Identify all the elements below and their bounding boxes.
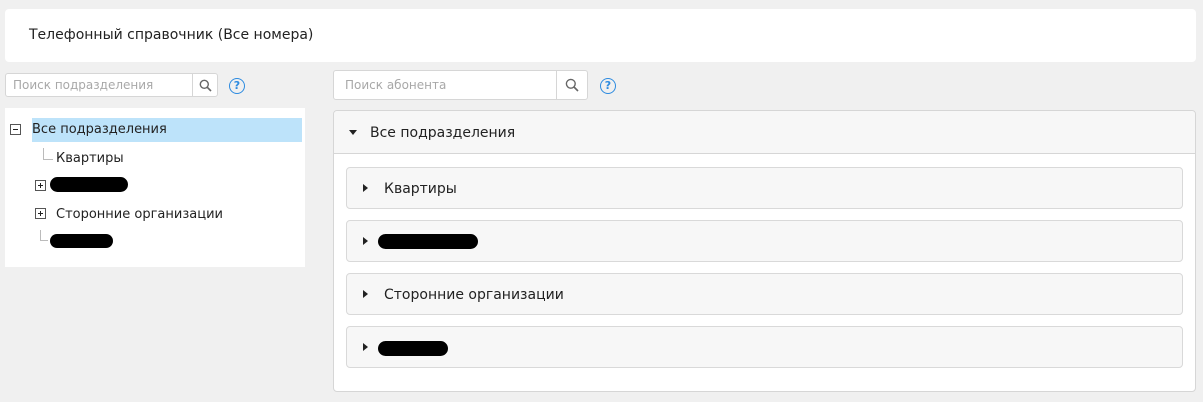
accordion-group[interactable]: Сторонние организации: [346, 273, 1183, 315]
accordion-group[interactable]: Квартиры: [346, 167, 1183, 209]
accordion-group[interactable]: [346, 326, 1183, 368]
group-label: Квартиры: [384, 181, 457, 197]
subscriber-search: [333, 70, 588, 100]
collapse-toggle-icon[interactable]: [10, 124, 21, 135]
department-tree: Все подразделения Квартиры Сторонние орг…: [5, 108, 305, 267]
department-search-button[interactable]: [192, 74, 217, 96]
department-accordion: Все подразделения Квартиры Сторонние орг…: [333, 110, 1196, 392]
department-search-input[interactable]: [6, 74, 192, 96]
page-title: Телефонный справочник (Все номера): [29, 27, 314, 43]
caret-down-icon: [349, 130, 357, 135]
expand-toggle-icon[interactable]: [35, 180, 46, 191]
tree-item-label: Квартиры: [56, 151, 124, 166]
tree-item-label: Все подразделения: [32, 122, 167, 137]
accordion-title: Все подразделения: [370, 125, 516, 141]
department-help-icon[interactable]: ?: [229, 78, 245, 94]
tree-item-label: Сторонние организации: [56, 207, 223, 222]
search-icon: [565, 78, 579, 92]
tree-item[interactable]: Квартиры: [56, 151, 124, 166]
subscriber-search-input[interactable]: [334, 71, 557, 99]
caret-right-icon: [363, 237, 368, 245]
title-bar: Телефонный справочник (Все номера): [5, 9, 1196, 62]
expand-toggle-icon[interactable]: [35, 208, 46, 219]
redacted-label: [378, 341, 448, 356]
group-label: Сторонние организации: [384, 287, 564, 303]
accordion-header[interactable]: Все подразделения: [334, 111, 1195, 154]
caret-right-icon: [363, 184, 368, 192]
department-search: [5, 73, 218, 97]
subscriber-search-button[interactable]: [556, 71, 587, 99]
redacted-label: [378, 234, 478, 249]
caret-right-icon: [363, 290, 368, 298]
search-icon: [199, 79, 212, 92]
redacted-label: [50, 234, 113, 248]
tree-item-root[interactable]: Все подразделения: [32, 118, 302, 142]
tree-item[interactable]: Сторонние организации: [56, 207, 223, 222]
tree-connector: [43, 159, 53, 160]
redacted-label: [50, 177, 128, 192]
tree-connector: [40, 240, 48, 241]
accordion-group[interactable]: [346, 220, 1183, 262]
subscriber-help-icon[interactable]: ?: [600, 78, 616, 94]
caret-right-icon: [363, 343, 368, 351]
